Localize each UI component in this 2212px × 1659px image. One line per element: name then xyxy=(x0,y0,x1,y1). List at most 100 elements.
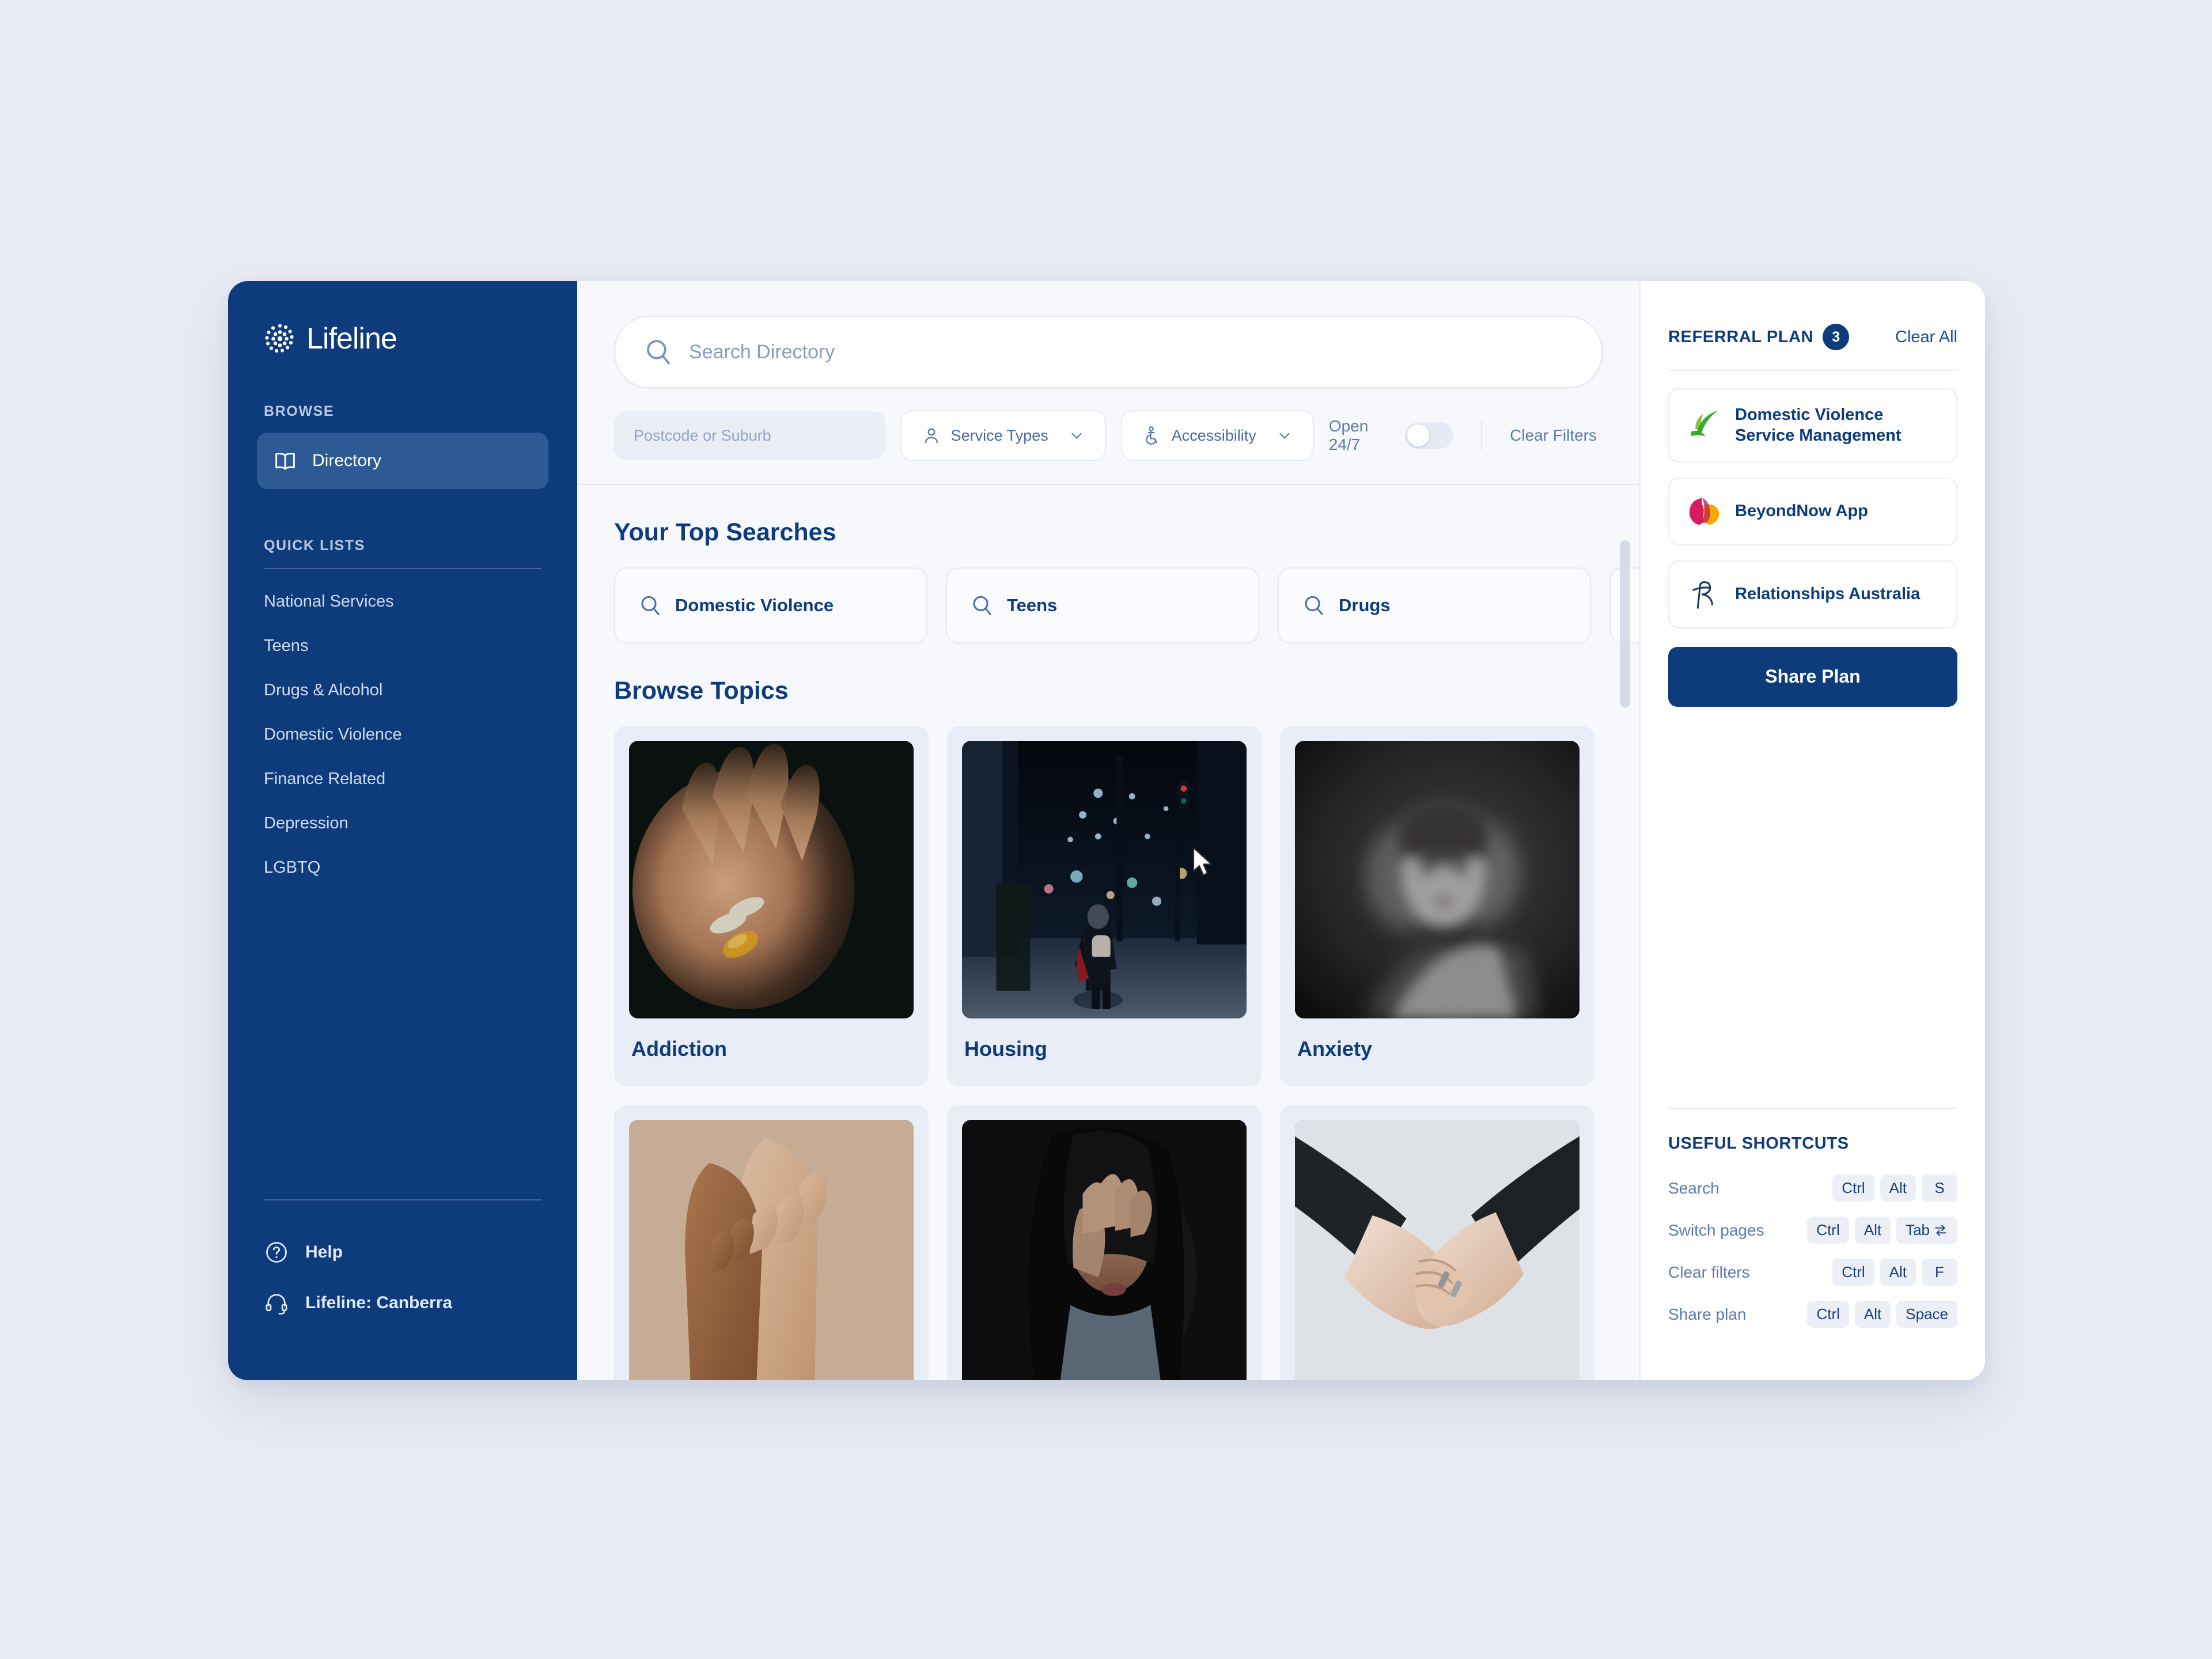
book-icon xyxy=(275,453,295,470)
toggle-knob xyxy=(1407,425,1430,446)
key-cap: F xyxy=(1922,1259,1957,1286)
browse-topics-title: Browse Topics xyxy=(614,677,789,704)
topic-label: Housing xyxy=(964,1037,1047,1060)
sidebar: Lifeline BROWSE Directory QUICK LISTS Na… xyxy=(228,281,577,1380)
topic-card-anxiety[interactable]: Anxiety xyxy=(1280,726,1594,1086)
quick-list-item-domestic-violence[interactable]: Domestic Violence xyxy=(228,713,577,757)
sidebar-footer: Help Lifeline: Canberra xyxy=(228,1199,577,1380)
topic-image-blurred-portrait-woman xyxy=(1295,741,1580,1018)
person-icon xyxy=(925,428,938,444)
tab-arrows-icon xyxy=(1935,1224,1946,1236)
topic-card-addiction[interactable]: Addiction xyxy=(614,726,929,1086)
sidebar-item-directory[interactable]: Directory xyxy=(257,433,548,489)
top-search-label: Domestic Violence xyxy=(675,595,834,615)
topic-card[interactable] xyxy=(947,1105,1262,1380)
quick-list-item-teens[interactable]: Teens xyxy=(228,624,577,668)
top-searches-list: Domestic Violence Teens Drugs xyxy=(614,567,1639,643)
quick-list-item-depression[interactable]: Depression xyxy=(228,801,577,846)
chevron-down-icon xyxy=(1071,433,1082,439)
shortcuts-bottom-spacer xyxy=(1668,1335,1957,1380)
referral-plan-count-badge: 3 xyxy=(1823,324,1850,350)
topic-image-woman-covering-face xyxy=(962,1120,1247,1380)
shortcut-row-switch-pages: Switch pages Ctrl Alt Tab xyxy=(1668,1209,1957,1251)
lifeline-center-selector[interactable]: Lifeline: Canberra xyxy=(228,1278,577,1328)
brand-logo[interactable]: Lifeline xyxy=(228,281,577,355)
main-header: Search Directory Postcode or Suburb Serv… xyxy=(577,281,1639,485)
quick-list-item-national-services[interactable]: National Services xyxy=(228,579,577,624)
postcode-input[interactable]: Postcode or Suburb xyxy=(614,411,885,460)
key-cap: Ctrl xyxy=(1832,1175,1874,1202)
top-search-label: Teens xyxy=(1007,595,1058,615)
topic-label: Addiction xyxy=(631,1037,727,1060)
key-cap: Ctrl xyxy=(1807,1217,1849,1244)
accessibility-icon xyxy=(1145,426,1157,445)
search-icon xyxy=(647,340,670,365)
referral-panel: REFERRAL PLAN 3 Clear All Domestic Viole… xyxy=(1639,281,1985,1380)
topic-card[interactable] xyxy=(1280,1105,1594,1380)
shortcuts-divider xyxy=(1668,1108,1957,1109)
referral-plan-title: REFERRAL PLAN xyxy=(1668,327,1814,346)
main-scrollbar[interactable] xyxy=(1620,540,1630,707)
help-button[interactable]: Help xyxy=(228,1227,577,1278)
topic-card[interactable] xyxy=(614,1105,929,1380)
key-cap: Space xyxy=(1896,1301,1957,1328)
service-types-label: Service Types xyxy=(950,426,1048,444)
key-cap: Alt xyxy=(1854,1217,1891,1244)
quick-list-item-lgbtq[interactable]: LGBTQ xyxy=(228,846,577,890)
search-input[interactable]: Search Directory xyxy=(614,316,1603,388)
referral-item-relationships-australia[interactable]: Relationships Australia xyxy=(1668,560,1957,628)
app-window: Lifeline BROWSE Directory QUICK LISTS Na… xyxy=(228,281,1985,1380)
referral-item-beyondnow-app[interactable]: BeyondNow App xyxy=(1668,477,1957,546)
quick-list-item-finance-related[interactable]: Finance Related xyxy=(228,757,577,801)
clear-filters-button[interactable]: Clear Filters xyxy=(1510,426,1603,445)
filter-separator xyxy=(1481,421,1483,450)
postcode-placeholder: Postcode or Suburb xyxy=(634,426,771,444)
service-types-dropdown[interactable]: Service Types xyxy=(900,410,1106,461)
shortcut-keys: Ctrl Alt F xyxy=(1832,1259,1957,1286)
referral-plan-list: Domestic Violence Service Management Bey… xyxy=(1668,371,1957,643)
accessibility-dropdown[interactable]: Accessibility xyxy=(1120,410,1314,461)
key-cap-label: Tab xyxy=(1906,1221,1930,1238)
quick-list-item-drugs-alcohol[interactable]: Drugs & Alcohol xyxy=(228,668,577,713)
accessibility-label: Accessibility xyxy=(1171,426,1256,444)
top-search-label: Drugs xyxy=(1339,595,1391,615)
key-cap: Alt xyxy=(1880,1175,1916,1202)
main-scroll-area: Your Top Searches Domestic Violence Teen… xyxy=(577,485,1639,1380)
clear-all-button[interactable]: Clear All xyxy=(1895,328,1957,347)
topic-image-hands-reaching-holding xyxy=(1295,1120,1580,1380)
referral-plan-header: REFERRAL PLAN 3 Clear All xyxy=(1668,281,1957,350)
open-247-label: Open 24/7 xyxy=(1328,417,1369,453)
referral-panel-spacer xyxy=(1668,707,1957,1108)
sidebar-section-quick-lists: QUICK LISTS xyxy=(264,537,365,554)
search-placeholder: Search Directory xyxy=(689,340,835,363)
sidebar-section-browse: BROWSE xyxy=(264,403,335,419)
topic-card-housing[interactable]: Housing xyxy=(947,726,1262,1086)
topic-image-two-hands-clasped xyxy=(629,1120,914,1380)
lifeline-center-label: Lifeline: Canberra xyxy=(305,1293,453,1312)
shortcut-row-clear-filters: Clear filters Ctrl Alt F xyxy=(1668,1251,1957,1293)
search-icon xyxy=(641,596,660,615)
referral-item-domestic-violence-service-management[interactable]: Domestic Violence Service Management xyxy=(1668,388,1957,463)
green-leaf-tick-logo-icon xyxy=(1691,411,1718,437)
key-cap: S xyxy=(1922,1175,1957,1202)
topic-label: Anxiety xyxy=(1297,1037,1373,1060)
shortcut-row-share-plan: Share plan Ctrl Alt Space xyxy=(1668,1293,1957,1335)
help-label: Help xyxy=(305,1243,343,1262)
shortcut-keys: Ctrl Alt Space xyxy=(1807,1301,1957,1328)
sidebar-footer-divider xyxy=(264,1199,541,1200)
open-247-group: Open 24/7 Clear Filters xyxy=(1329,417,1603,454)
share-plan-button[interactable]: Share Plan xyxy=(1668,646,1957,707)
top-search-card[interactable]: Teens xyxy=(946,567,1259,643)
sidebar-item-label: Directory xyxy=(312,451,382,470)
topic-image-person-walking-night-street xyxy=(962,741,1247,1018)
sidebar-nav: Directory xyxy=(228,420,577,489)
script-r-logo-icon xyxy=(1692,581,1714,609)
filter-row: Postcode or Suburb Service Types Accessi… xyxy=(614,388,1603,484)
top-search-card[interactable]: Drugs xyxy=(1278,567,1591,643)
top-search-card[interactable]: Domestic Violence xyxy=(614,567,927,643)
key-cap: Alt xyxy=(1854,1301,1891,1328)
lifeline-dots-logo-icon xyxy=(265,324,294,353)
search-icon xyxy=(1305,596,1323,615)
open-247-toggle[interactable] xyxy=(1405,422,1454,449)
